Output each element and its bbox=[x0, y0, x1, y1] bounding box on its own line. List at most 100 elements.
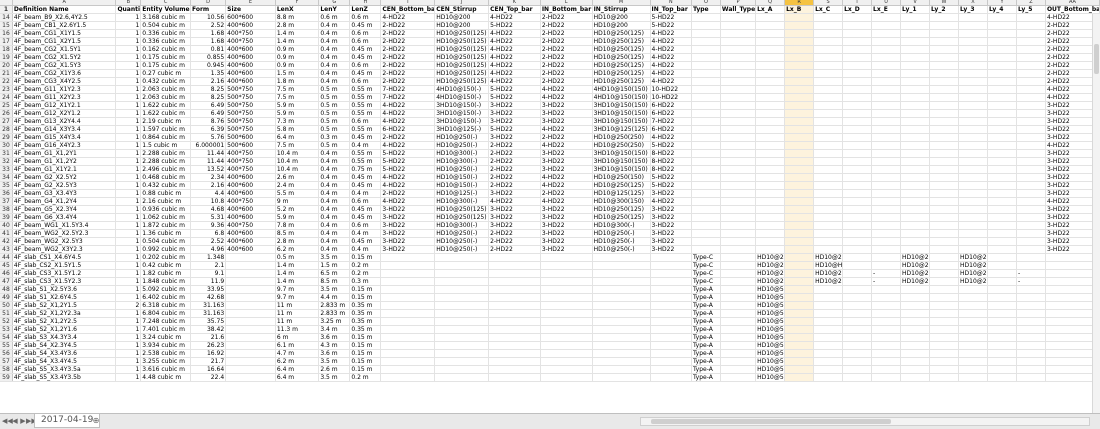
cell[interactable] bbox=[650, 365, 692, 374]
cell[interactable] bbox=[871, 333, 902, 342]
cell[interactable] bbox=[813, 165, 844, 174]
cell[interactable] bbox=[784, 317, 815, 326]
cell[interactable]: HD10@20 - bbox=[900, 253, 931, 262]
cell[interactable]: HD10@50 HD10@50 HD10@30 HD10@30 HD10@30 … bbox=[755, 285, 786, 294]
cell[interactable]: 1.8 m bbox=[275, 77, 320, 86]
cell[interactable]: 0.45 m bbox=[349, 237, 382, 246]
row-number[interactable]: 26 bbox=[0, 109, 13, 118]
cell[interactable] bbox=[929, 61, 959, 70]
cell[interactable] bbox=[900, 117, 931, 126]
cell[interactable]: HD10@HD13@20 - bbox=[813, 261, 844, 270]
cell[interactable]: 21.6 bbox=[190, 333, 227, 342]
cell[interactable]: 4-HD22 bbox=[540, 93, 593, 102]
cell[interactable]: 0.6 m bbox=[349, 37, 382, 46]
cell[interactable] bbox=[720, 117, 757, 126]
cell[interactable] bbox=[1016, 309, 1046, 318]
cell[interactable]: 4-HD22 bbox=[380, 117, 436, 126]
cell[interactable] bbox=[813, 221, 844, 230]
cell[interactable]: 2.6 m bbox=[318, 365, 351, 374]
cell[interactable]: 2.19 cubic m bbox=[140, 117, 191, 126]
row-number[interactable]: 51 bbox=[0, 309, 13, 318]
cell[interactable]: 400*600 bbox=[225, 21, 276, 30]
cell[interactable] bbox=[720, 229, 757, 238]
cell[interactable] bbox=[958, 333, 988, 342]
cell[interactable] bbox=[784, 77, 815, 86]
cell[interactable]: 1 bbox=[115, 197, 142, 206]
cell[interactable] bbox=[720, 93, 757, 102]
cell[interactable] bbox=[987, 357, 1017, 366]
cell[interactable]: 0.504 cubic m bbox=[140, 237, 191, 246]
cell[interactable]: 1.35 bbox=[190, 69, 227, 78]
cell[interactable]: 2-HD22 bbox=[380, 133, 436, 142]
cell[interactable]: 1 bbox=[115, 181, 142, 190]
cell[interactable]: 1 bbox=[115, 245, 142, 254]
row-number[interactable]: 22 bbox=[0, 77, 13, 86]
cell[interactable]: 4F_beam_G2_X2.5Y2 bbox=[12, 173, 117, 182]
cell[interactable] bbox=[380, 285, 436, 294]
cell[interactable]: Type-A bbox=[691, 333, 721, 342]
cell[interactable] bbox=[813, 285, 844, 294]
cell[interactable]: 4F_beam_G4_X1,2Y4 bbox=[12, 197, 117, 206]
cell[interactable] bbox=[842, 341, 873, 350]
cell[interactable] bbox=[929, 293, 959, 302]
cell[interactable]: 1 bbox=[115, 101, 142, 110]
row-number[interactable]: 46 bbox=[0, 269, 13, 278]
cell[interactable] bbox=[871, 69, 902, 78]
cell[interactable] bbox=[958, 165, 988, 174]
cell[interactable]: 600*600 bbox=[225, 13, 276, 22]
cell[interactable]: 11 m bbox=[275, 317, 320, 326]
cell[interactable]: 6.5 m bbox=[318, 269, 351, 278]
cell[interactable] bbox=[784, 205, 815, 214]
cell[interactable]: Lx_B bbox=[784, 5, 815, 14]
cell[interactable] bbox=[784, 237, 815, 246]
cell[interactable] bbox=[540, 309, 593, 318]
cell[interactable]: 400*600 bbox=[225, 69, 276, 78]
cell[interactable]: 4-HD22 bbox=[380, 13, 436, 22]
cell[interactable]: 4-HD22 bbox=[540, 197, 593, 206]
cell[interactable]: 0.6 m bbox=[349, 13, 382, 22]
cell[interactable] bbox=[958, 13, 988, 22]
cell[interactable] bbox=[720, 173, 757, 182]
cell[interactable]: HD10@250(125) bbox=[434, 45, 490, 54]
cell[interactable]: 3-HD22 bbox=[540, 109, 593, 118]
cell[interactable] bbox=[842, 93, 873, 102]
cell[interactable]: 3-HD22 bbox=[380, 205, 436, 214]
cell[interactable] bbox=[488, 277, 541, 286]
cell[interactable] bbox=[987, 149, 1017, 158]
cell[interactable] bbox=[755, 189, 786, 198]
row-number[interactable]: 17 bbox=[0, 37, 13, 46]
cell[interactable] bbox=[958, 229, 988, 238]
cell[interactable] bbox=[225, 373, 276, 382]
cell[interactable]: 1.68 bbox=[190, 29, 227, 38]
cell[interactable]: 1 bbox=[115, 357, 142, 366]
cell[interactable]: 0.2 m bbox=[349, 373, 382, 382]
cell[interactable]: 2-HD22 bbox=[488, 165, 541, 174]
cell[interactable] bbox=[813, 69, 844, 78]
cell[interactable]: 8.8 m bbox=[275, 13, 320, 22]
cell[interactable]: 0.4 m bbox=[318, 69, 351, 78]
cell[interactable] bbox=[987, 373, 1017, 382]
cell[interactable]: 4F_slab_CS2_X1.5Y1.5 bbox=[12, 261, 117, 270]
cell[interactable]: 4F_beam_CG3_X4Y2.5 bbox=[12, 77, 117, 86]
cell[interactable]: Ly_3 bbox=[958, 5, 988, 14]
cell[interactable]: HD10@20 - bbox=[755, 253, 786, 262]
cell[interactable] bbox=[540, 365, 593, 374]
cell[interactable] bbox=[842, 365, 873, 374]
cell[interactable] bbox=[720, 149, 757, 158]
row-number[interactable]: 39 bbox=[0, 213, 13, 222]
cell[interactable]: 3-HD22 bbox=[540, 165, 593, 174]
cell[interactable] bbox=[842, 13, 873, 22]
cell[interactable]: 1 bbox=[115, 165, 142, 174]
cell[interactable]: 3HD10@150(150) bbox=[592, 101, 651, 110]
cell[interactable] bbox=[720, 341, 757, 350]
cell[interactable]: 0.55 m bbox=[349, 101, 382, 110]
cell[interactable]: 1 bbox=[115, 349, 142, 358]
cell[interactable]: 22.4 bbox=[190, 373, 227, 382]
cell[interactable]: 6 m bbox=[275, 333, 320, 342]
cell[interactable] bbox=[900, 173, 931, 182]
cell[interactable] bbox=[650, 341, 692, 350]
cell[interactable]: HD10@150(-) bbox=[434, 173, 490, 182]
cell[interactable]: HD10@20 - bbox=[900, 269, 931, 278]
cell[interactable]: 0.864 cubic m bbox=[140, 133, 191, 142]
cell[interactable] bbox=[958, 365, 988, 374]
